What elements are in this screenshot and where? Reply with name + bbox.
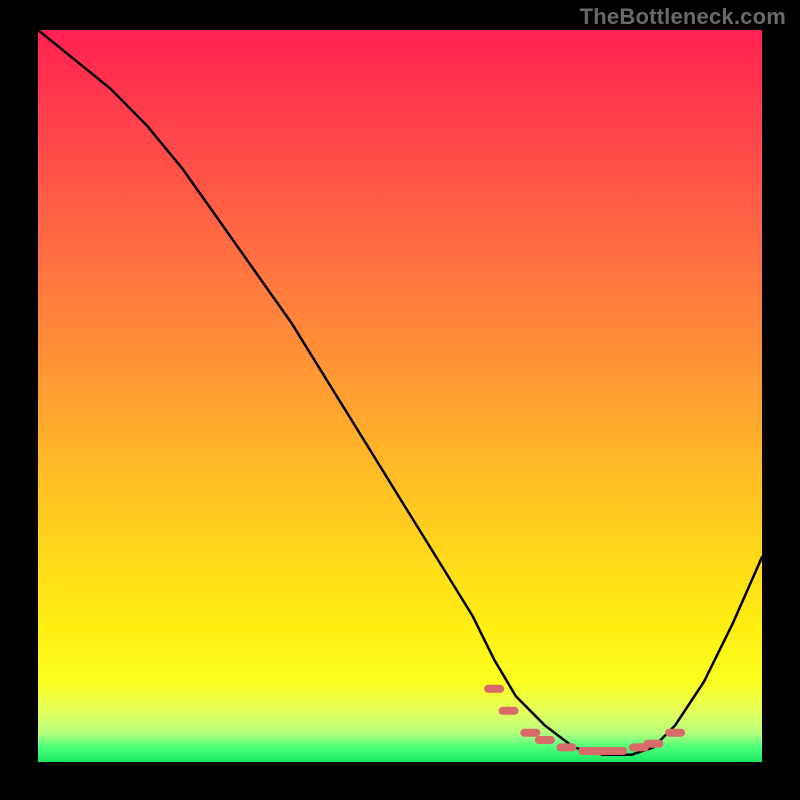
bottleneck-curve: [38, 30, 762, 755]
curve-layer: [38, 30, 762, 762]
watermark-text: TheBottleneck.com: [580, 4, 786, 30]
plot-area: [38, 30, 762, 762]
chart-frame: TheBottleneck.com: [0, 0, 800, 800]
